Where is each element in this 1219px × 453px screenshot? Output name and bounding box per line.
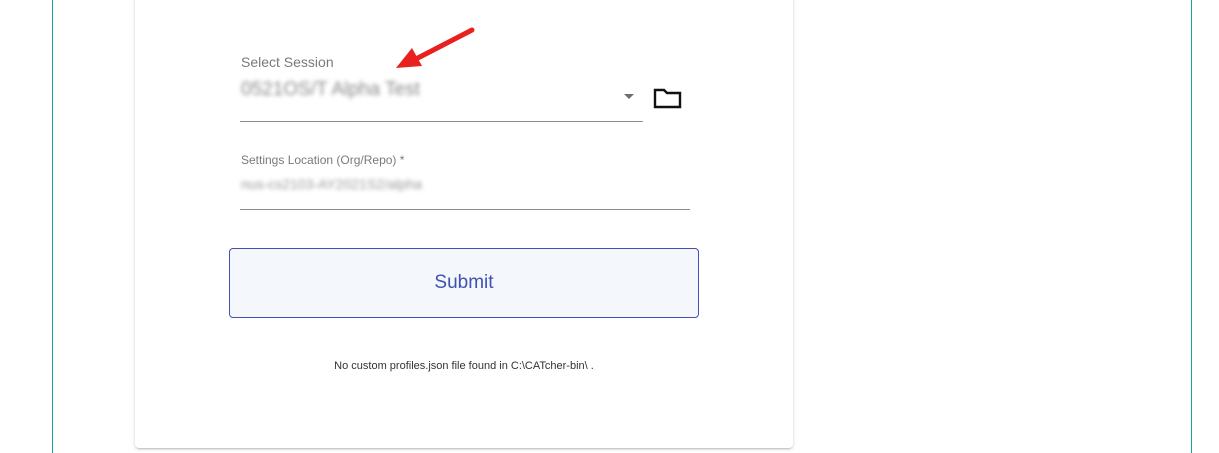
session-label: Select Session — [241, 54, 334, 70]
session-select[interactable]: 0521OS/T Alpha Test — [241, 79, 420, 101]
frame-border-right — [1191, 0, 1192, 453]
folder-icon[interactable] — [653, 86, 683, 110]
profiles-footnote: No custom profiles.json file found in C:… — [334, 360, 594, 372]
frame-border-left — [52, 0, 53, 453]
settings-location-label: Settings Location (Org/Repo) * — [241, 153, 405, 167]
settings-location-underline — [240, 209, 690, 210]
session-select-underline — [240, 121, 643, 122]
app-frame: Select Session 0521OS/T Alpha Test Setti… — [0, 0, 1219, 453]
submit-button[interactable]: Submit — [229, 248, 699, 318]
login-card: Select Session 0521OS/T Alpha Test Setti… — [135, 0, 793, 448]
settings-location-input[interactable]: nus-cs2103-AY2021S2/alpha — [241, 176, 422, 192]
chevron-down-icon[interactable] — [624, 94, 634, 99]
